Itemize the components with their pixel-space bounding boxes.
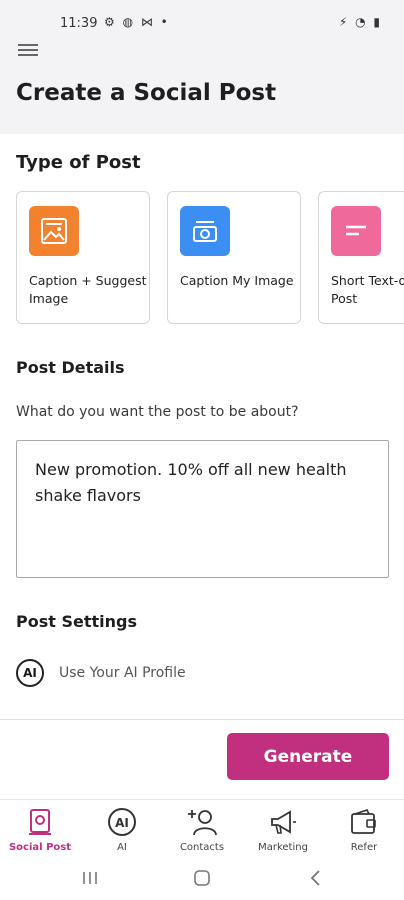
nav-item-contacts[interactable]: Contacts — [162, 806, 242, 860]
nav-item-social-post[interactable]: Social Post — [0, 806, 80, 860]
post-topic-question: What do you want the post to be about? — [16, 404, 299, 420]
social-post-icon — [0, 806, 80, 838]
nav-label: Refer — [350, 842, 378, 853]
post-type-label: Short Text-o Post — [331, 273, 404, 306]
camera-icon — [180, 206, 230, 256]
bottom-nav: Social Post AI AI Contacts Marketing Ref… — [0, 799, 404, 859]
post-type-card-caption-suggest-image[interactable]: Caption + Suggest Image — [16, 191, 150, 324]
menu-icon[interactable] — [18, 44, 40, 60]
status-system-icons: ⚡ ◔ ▮ — [338, 15, 382, 29]
nav-item-ai[interactable]: AI AI — [82, 806, 162, 860]
generate-button[interactable]: Generate — [227, 733, 389, 780]
image-icon — [29, 206, 79, 256]
status-notification-icons: ⚙ ◍ ⋈ • — [104, 15, 170, 29]
nav-label: Marketing — [258, 842, 308, 853]
ai-profile-label: Use Your AI Profile — [59, 665, 186, 681]
status-time: 11:39 — [60, 16, 98, 31]
nav-label: AI — [117, 842, 127, 853]
nav-item-marketing[interactable]: Marketing — [243, 806, 323, 860]
post-settings-heading: Post Settings — [16, 612, 137, 631]
nav-label: Contacts — [179, 842, 225, 853]
post-type-card-short-text-post[interactable]: Short Text-o Post — [318, 191, 404, 324]
wallet-icon — [324, 806, 404, 838]
nav-label: Social Post — [8, 842, 72, 853]
megaphone-icon — [243, 806, 323, 838]
recent-apps-icon[interactable] — [70, 865, 110, 891]
nav-item-refer[interactable]: Refer — [324, 806, 404, 860]
post-type-label: Caption My Image — [180, 273, 294, 288]
ai-profile-toggle[interactable]: AI Use Your AI Profile — [16, 658, 186, 688]
post-type-heading: Type of Post — [16, 152, 141, 173]
home-icon[interactable] — [182, 865, 222, 891]
header-area: 11:39 ⚙ ◍ ⋈ • ⚡ ◔ ▮ Create a Social Post — [0, 0, 404, 134]
page-title: Create a Social Post — [16, 80, 277, 106]
ai-icon: AI — [82, 806, 162, 838]
post-type-card-caption-my-image[interactable]: Caption My Image — [167, 191, 301, 324]
contacts-icon — [162, 806, 242, 838]
post-topic-input[interactable]: New promotion. 10% off all new health sh… — [16, 440, 389, 578]
svg-text:AI: AI — [115, 816, 129, 830]
text-icon — [331, 206, 381, 256]
post-details-heading: Post Details — [16, 358, 125, 377]
system-nav-bar — [0, 859, 404, 900]
status-bar: 11:39 ⚙ ◍ ⋈ • ⚡ ◔ ▮ — [0, 12, 404, 38]
post-type-label: Caption + Suggest Image — [29, 273, 147, 306]
back-icon[interactable] — [296, 865, 336, 891]
ai-profile-icon: AI — [16, 659, 44, 687]
